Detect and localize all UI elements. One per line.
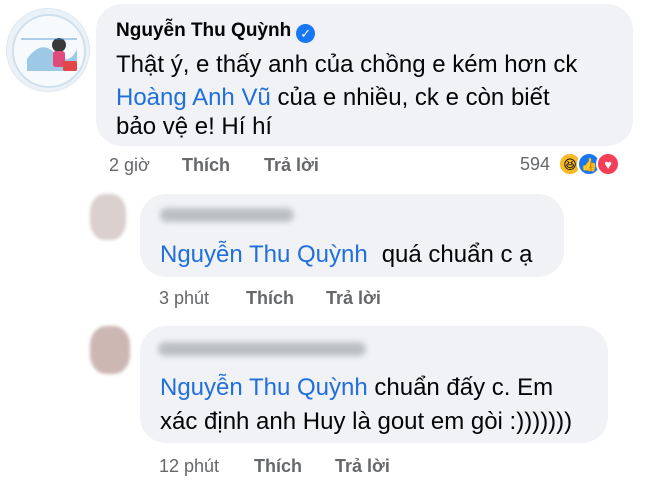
- author-name[interactable]: Nguyễn Thu Quỳnh: [116, 20, 291, 41]
- reply-button[interactable]: Trả lời: [326, 288, 381, 309]
- mention-link[interactable]: Nguyễn Thu Quỳnh: [160, 241, 368, 268]
- like-button[interactable]: Thích: [246, 288, 294, 309]
- reply-text-line-2: xác định anh Huy là gout em gòi :))))))): [160, 408, 573, 435]
- avatar-image: [7, 9, 89, 91]
- reply-time[interactable]: 12 phút: [159, 456, 219, 477]
- reaction-count: 594: [520, 153, 551, 174]
- mention-link[interactable]: Nguyễn Thu Quỳnh: [160, 374, 368, 401]
- avatar[interactable]: [6, 8, 90, 92]
- mention-link[interactable]: Hoàng Anh Vũ: [116, 84, 271, 111]
- reply-avatar[interactable]: [90, 194, 126, 240]
- reply-text: Nguyễn Thu Quỳnh quá chuẩn c ạ: [160, 241, 533, 268]
- reply-text-line-1: Nguyễn Thu Quỳnh chuẩn đấy c. Em: [160, 374, 554, 401]
- reply-time[interactable]: 3 phút: [159, 288, 209, 309]
- love-icon: ♥: [596, 152, 621, 176]
- blurred-author-name: [160, 208, 294, 222]
- reaction-summary[interactable]: 594 😆 👍 ♥: [520, 151, 621, 177]
- like-button[interactable]: Thích: [254, 456, 302, 477]
- comment-text-line-1: Thật ý, e thấy anh của chồng e kém hơn c…: [116, 51, 578, 78]
- comment-time[interactable]: 2 giờ: [109, 155, 150, 176]
- reply-avatar[interactable]: [90, 326, 130, 374]
- reply-button[interactable]: Trả lời: [264, 155, 319, 176]
- comment-text-line-3: bảo vệ e! Hí hí: [116, 113, 273, 140]
- reply-button[interactable]: Trả lời: [335, 456, 390, 477]
- reply-bubble: Nguyễn Thu Quỳnh quá chuẩn c ạ: [140, 194, 564, 277]
- verified-badge-icon: ✓: [296, 24, 316, 43]
- blurred-author-name: [158, 342, 366, 356]
- comment-author[interactable]: Nguyễn Thu Quỳnh ✓: [116, 20, 316, 43]
- reply-bubble: Nguyễn Thu Quỳnh chuẩn đấy c. Em xác địn…: [140, 326, 608, 443]
- like-button[interactable]: Thích: [182, 155, 230, 176]
- comment-bubble: Nguyễn Thu Quỳnh ✓ Thật ý, e thấy anh của…: [96, 4, 633, 146]
